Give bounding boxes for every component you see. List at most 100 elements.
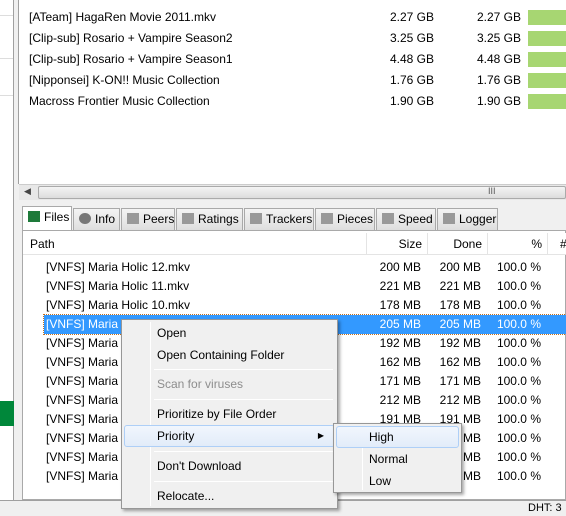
file-percent: 100.0 % [496, 431, 541, 445]
menu-scan-for-viruses: Scan for viruses [157, 377, 244, 391]
tab-speed[interactable]: Speed [376, 208, 436, 230]
dht-status: DHT: 3 [528, 502, 562, 514]
menu-priority[interactable]: Priority ▶ [124, 425, 335, 447]
file-name: [VNFS] Maria Holic 12.mkv [46, 260, 191, 274]
priority-low[interactable]: Low [336, 470, 459, 492]
context-menu: Open Open Containing Folder Scan for vir… [121, 319, 338, 509]
torrent-size: 3.25 GB [389, 31, 434, 45]
pieces-icon [321, 213, 333, 224]
torrent-name: [Clip-sub] Rosario + Vampire Season2 [29, 31, 233, 45]
tab-label: Pieces [337, 212, 374, 226]
file-done: MB [463, 469, 481, 483]
progress-bar [528, 73, 566, 88]
torrent-row[interactable]: [Clip-sub] Rosario + Vampire Season2 3.25… [19, 28, 566, 48]
file-size: 200 MB [379, 260, 421, 274]
tab-peers[interactable]: Peers [121, 208, 175, 230]
torrent-row[interactable]: [ATeam] HagaRen Movie 2011.mkv 2.27 GB 2.2… [19, 7, 566, 27]
file-percent: 100.0 % [496, 450, 541, 464]
file-name: [VNFS] Maria H [46, 469, 131, 483]
torrent-size: 1.76 GB [389, 73, 434, 87]
tab-label: Logger [459, 212, 497, 226]
file-percent: 100.0 % [496, 279, 541, 293]
scroll-left-icon[interactable]: ◀ [24, 186, 31, 197]
speed-icon [382, 213, 394, 224]
torrent-name: Macross Frontier Music Collection [29, 94, 210, 108]
file-name: [VNFS] Maria H [46, 317, 131, 331]
file-percent: 100.0 % [496, 393, 541, 407]
torrent-row[interactable]: [Clip-sub] Rosario + Vampire Season1 4.48… [19, 49, 566, 69]
tab-label: Peers [143, 212, 175, 226]
file-name: [VNFS] Maria H [46, 355, 131, 369]
sidebar-selected-item[interactable] [0, 401, 14, 426]
file-done: 171 MB [439, 374, 481, 388]
tab-logger[interactable]: Logger [437, 208, 498, 230]
tab-ratings[interactable]: Ratings [176, 208, 243, 230]
logger-icon [443, 213, 455, 224]
tab-label: Ratings [198, 212, 239, 226]
menu-priority-label: Priority [157, 429, 195, 443]
menu-dont-download[interactable]: Don't Download [124, 455, 335, 477]
column-number[interactable]: # [548, 233, 566, 255]
scrollbar-thumb[interactable] [38, 186, 566, 199]
tab-label: Files [44, 210, 70, 224]
file-name: [VNFS] Maria H [46, 393, 131, 407]
file-name: [VNFS] Maria Holic 10.mkv [46, 298, 191, 312]
tab-info[interactable]: Info [73, 208, 120, 230]
file-size: 205 MB [379, 317, 421, 331]
column-done[interactable]: Done [428, 233, 488, 255]
file-name: [VNFS] Maria Holic 11.mkv [46, 279, 190, 293]
progress-bar [528, 94, 566, 109]
torrent-done: 4.48 GB [476, 52, 521, 66]
file-name: [VNFS] Maria H [46, 336, 131, 350]
folder-icon [28, 211, 40, 222]
tab-label: Trackers [266, 212, 313, 226]
torrent-size: 4.48 GB [389, 52, 434, 66]
menu-open-containing-folder[interactable]: Open Containing Folder [124, 344, 335, 366]
file-percent: 100.0 % [496, 298, 541, 312]
column-size[interactable]: Size [367, 233, 428, 255]
menu-prioritize-by-file-order[interactable]: Prioritize by File Order [124, 403, 335, 425]
file-name: [VNFS] Maria H [46, 431, 131, 445]
column-path[interactable]: Path [23, 233, 367, 255]
files-header: Path Size Done % # [23, 233, 566, 255]
torrent-name: [ATeam] HagaRen Movie 2011.mkv [29, 10, 216, 24]
torrent-done: 1.90 GB [476, 94, 521, 108]
file-size: 178 MB [379, 298, 421, 312]
file-percent: 100.0 % [496, 336, 541, 350]
torrent-done: 3.25 GB [476, 31, 521, 45]
tab-files[interactable]: Files [22, 206, 72, 231]
tab-pieces[interactable]: Pieces [315, 208, 375, 230]
file-done: 212 MB [439, 393, 481, 407]
torrent-list: [ATeam] HagaRen Movie 2011.mkv 2.27 GB 2.2… [18, 0, 566, 184]
column-percent[interactable]: % [488, 233, 548, 255]
file-done: 162 MB [439, 355, 481, 369]
priority-normal[interactable]: Normal [336, 448, 459, 470]
file-size: 212 MB [379, 393, 421, 407]
menu-open[interactable]: Open [124, 322, 335, 344]
torrent-row[interactable]: [Nipponsei] K-ON!! Music Collection 1.76 … [19, 70, 566, 90]
file-name: [VNFS] Maria H [46, 374, 131, 388]
torrent-done: 2.27 GB [476, 10, 521, 24]
submenu-arrow-icon: ▶ [317, 431, 324, 440]
trackers-icon [250, 213, 262, 224]
menu-relocate[interactable]: Relocate... [124, 485, 335, 507]
progress-bar [528, 10, 566, 25]
torrent-name: [Nipponsei] K-ON!! Music Collection [29, 73, 220, 87]
file-row[interactable]: [VNFS] Maria Holic 11.mkv 221 MB 221 MB 100… [44, 277, 566, 296]
ratings-icon [182, 213, 194, 224]
scroll-grip: III [488, 186, 496, 196]
file-percent: 100.0 % [496, 374, 541, 388]
progress-bar [528, 31, 566, 46]
file-row[interactable]: [VNFS] Maria Holic 12.mkv 200 MB 200 MB 100… [44, 258, 566, 277]
file-done: MB [463, 431, 481, 445]
file-size: 221 MB [379, 279, 421, 293]
priority-high[interactable]: High [336, 426, 459, 448]
peers-icon [127, 213, 139, 224]
file-done: 205 MB [439, 317, 481, 331]
tab-trackers[interactable]: Trackers [244, 208, 314, 230]
file-row[interactable]: [VNFS] Maria Holic 10.mkv 178 MB 178 MB 100… [44, 296, 566, 315]
tab-label: Speed [398, 212, 433, 226]
torrent-done: 1.76 GB [476, 73, 521, 87]
file-done: MB [463, 450, 481, 464]
torrent-row[interactable]: Macross Frontier Music Collection 1.90 GB… [19, 91, 566, 111]
